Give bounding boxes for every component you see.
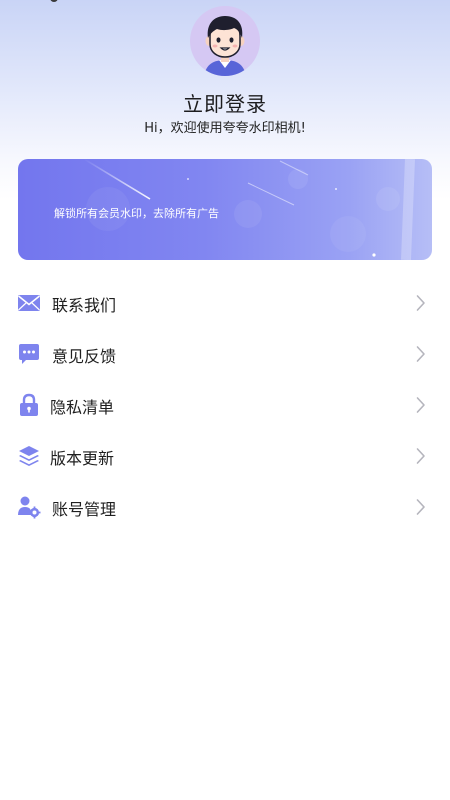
chevron-right-icon bbox=[416, 294, 426, 312]
menu-item-label: 联系我们 bbox=[52, 296, 117, 315]
chevron-right-icon bbox=[416, 498, 426, 516]
avatar-illustration bbox=[204, 16, 246, 76]
menu-item-label: 隐私清单 bbox=[50, 398, 115, 417]
menu-item-privacy-list[interactable]: 隐私清单 bbox=[0, 380, 450, 431]
menu-item-label: 版本更新 bbox=[50, 449, 115, 468]
vip-banner[interactable]: 解锁所有会员水印，去除所有广告 bbox=[18, 159, 432, 260]
menu-item-label: 账号管理 bbox=[52, 500, 117, 519]
layers-icon bbox=[17, 444, 41, 468]
welcome-text: Hi，欢迎使用夸夸水印相机! bbox=[144, 121, 306, 136]
menu-item-version-update[interactable]: 版本更新 bbox=[0, 431, 450, 482]
menu-item-contact-us[interactable]: 联系我们 bbox=[0, 278, 450, 329]
menu-item-account-management[interactable]: 账号管理 bbox=[0, 482, 450, 533]
envelope-icon bbox=[17, 291, 41, 315]
chevron-right-icon bbox=[416, 345, 426, 363]
feedback-chat-icon bbox=[17, 342, 41, 366]
user-settings-icon bbox=[17, 495, 41, 519]
login-button[interactable]: 立即登录 bbox=[0, 88, 450, 117]
lock-icon bbox=[17, 393, 41, 417]
avatar[interactable] bbox=[190, 6, 260, 76]
menu-item-feedback[interactable]: 意见反馈 bbox=[0, 329, 450, 380]
chevron-right-icon bbox=[416, 447, 426, 465]
menu-item-label: 意见反馈 bbox=[52, 347, 117, 366]
vip-banner-text: 解锁所有会员水印，去除所有广告 bbox=[54, 207, 219, 220]
chevron-right-icon bbox=[416, 396, 426, 414]
settings-menu: 联系我们 意见反馈 隐私清单 版本更新 账号管理 bbox=[0, 278, 450, 533]
